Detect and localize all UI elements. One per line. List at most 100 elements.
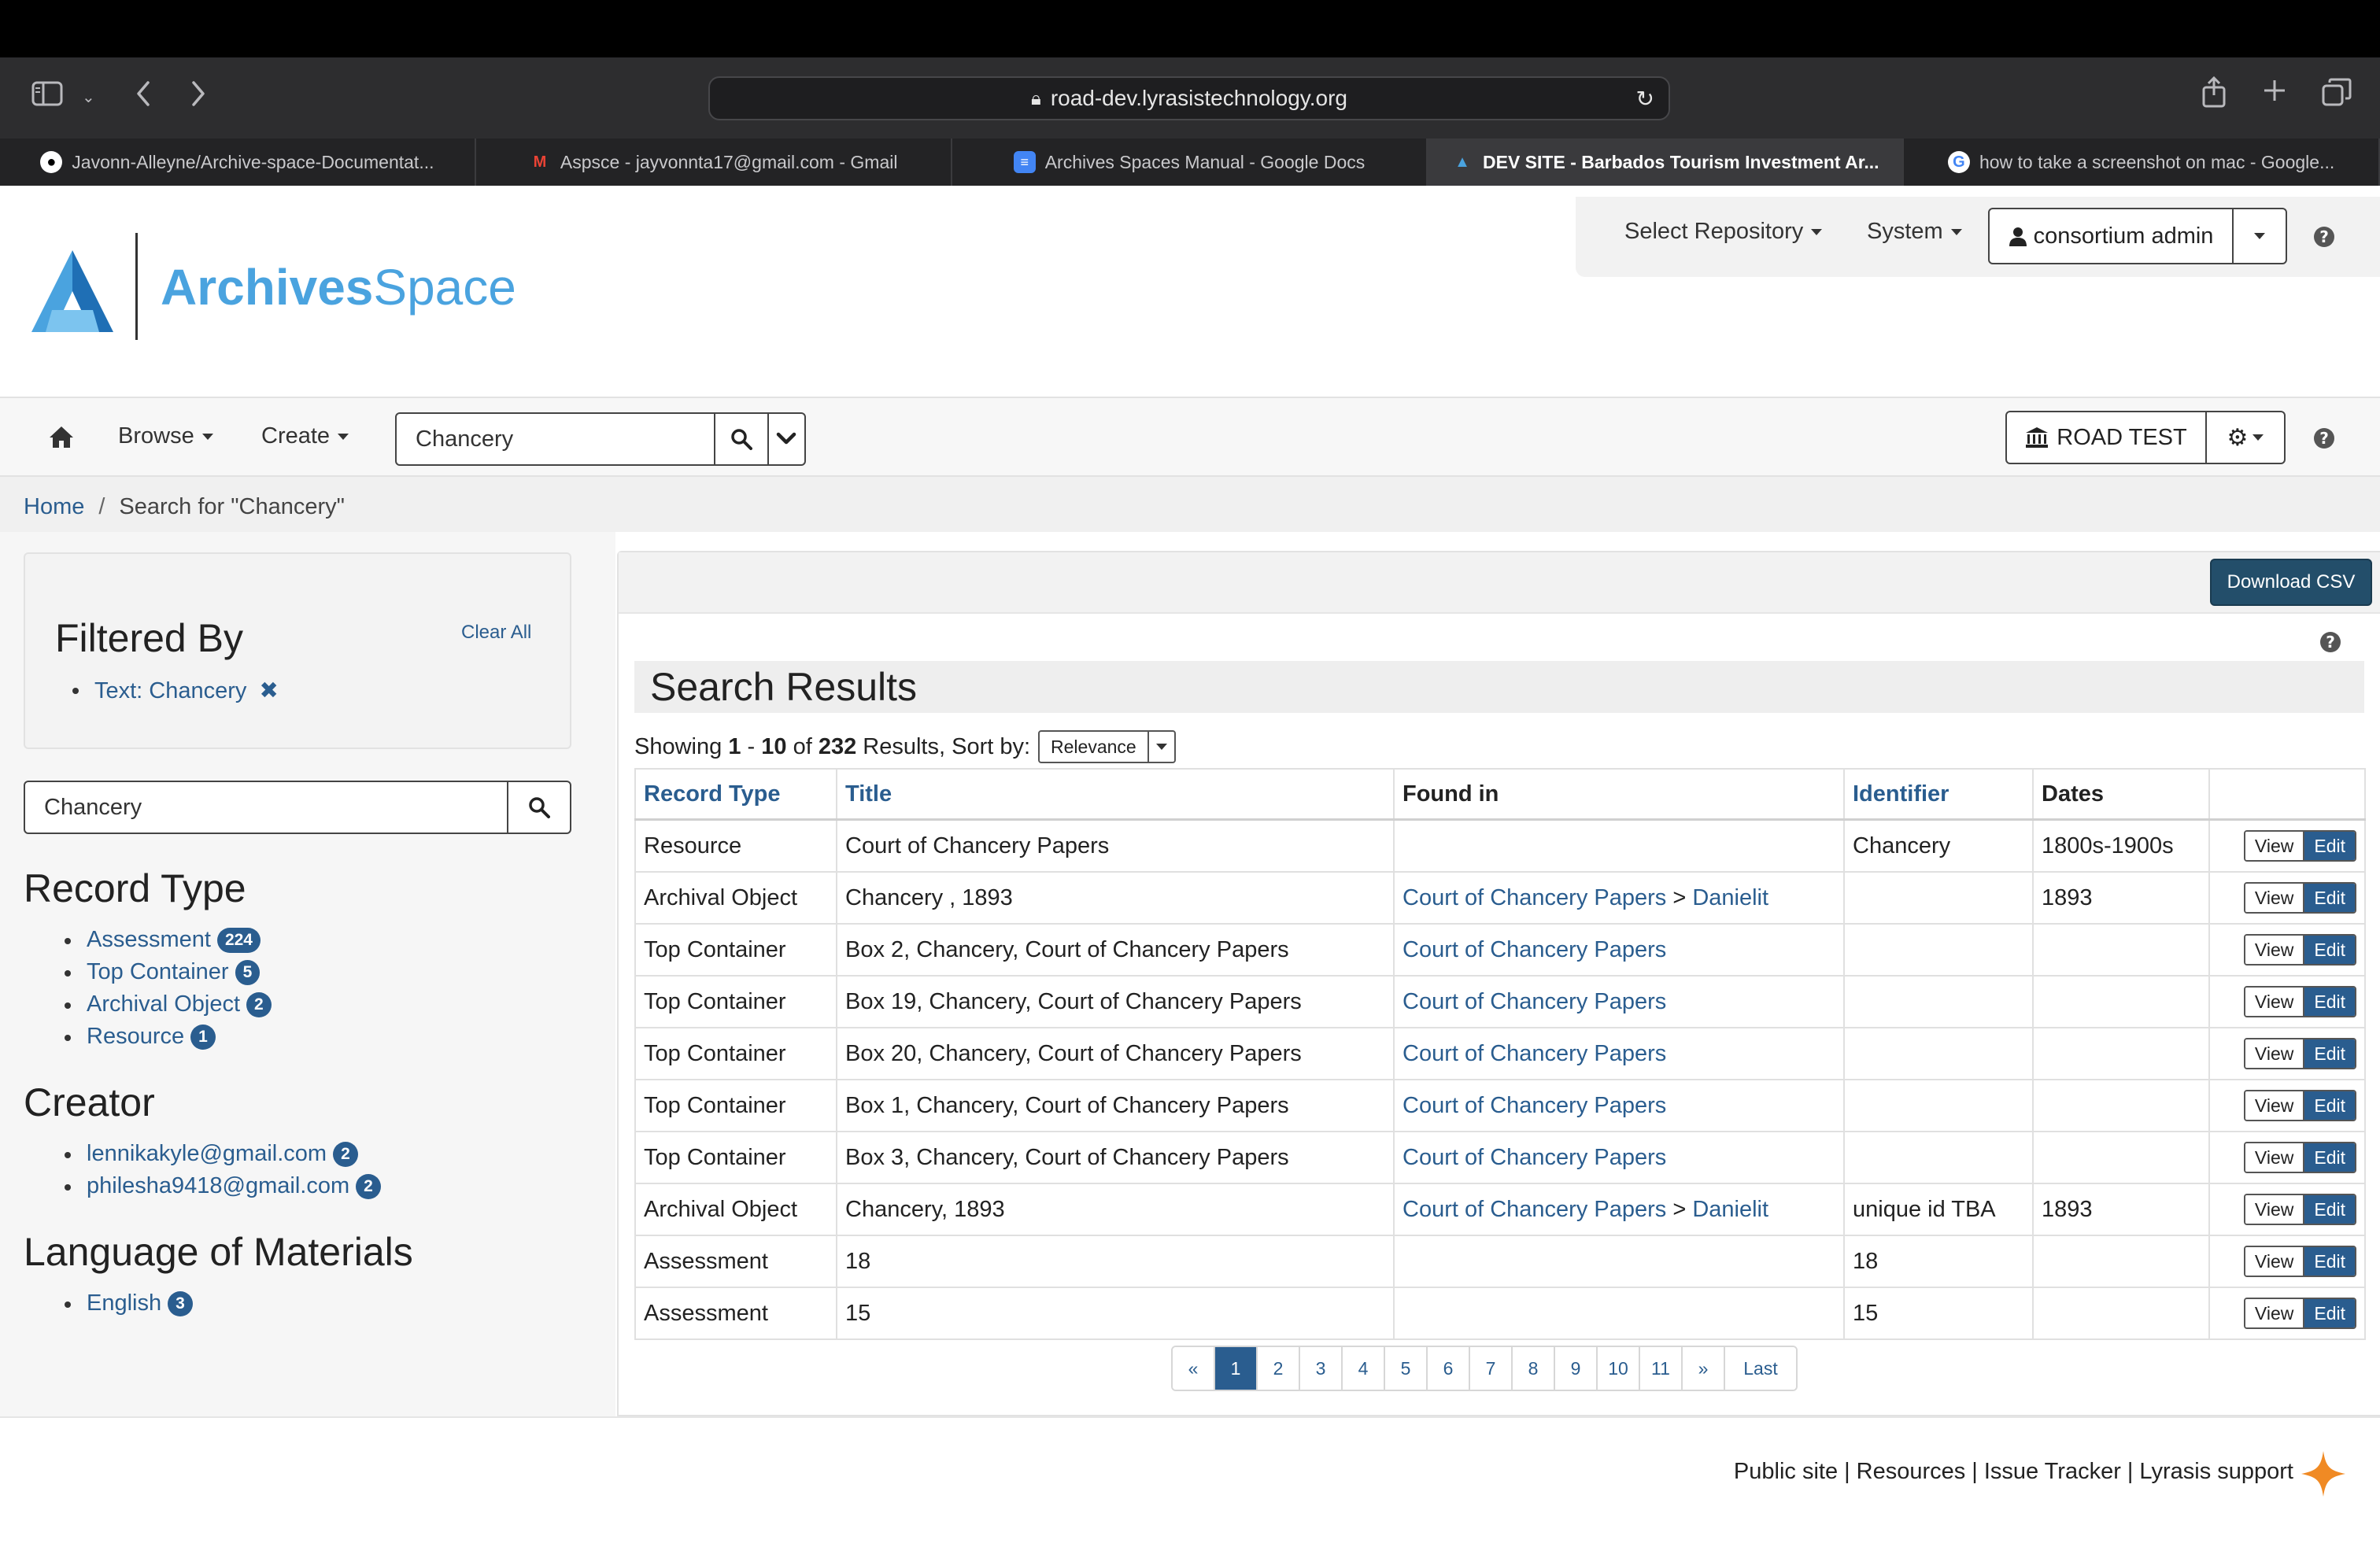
browser-tab-active[interactable]: ▲ DEV SITE - Barbados Tourism Investment… [1428,138,1905,186]
sort-select[interactable]: Relevance [1038,730,1176,763]
found-in-link[interactable]: Court of Chancery Papers [1402,1093,1666,1118]
settings-dropdown[interactable]: ⚙ [2205,411,2286,464]
pagination-link[interactable]: 3 [1300,1347,1343,1390]
pagination-link[interactable]: 9 [1555,1347,1598,1390]
facet-search-input[interactable] [25,782,507,833]
reload-icon[interactable]: ↻ [1636,86,1654,112]
browse-dropdown[interactable]: Browse [118,423,213,449]
browser-tab[interactable]: M Aspsce - jayvonnta17@gmail.com - Gmail [476,138,952,186]
help-icon[interactable]: ? [2314,428,2334,449]
back-icon[interactable] [134,79,153,113]
column-header-record-type[interactable]: Record Type [634,768,837,821]
search-icon [731,429,752,450]
user-account-button[interactable]: consortium admin [1988,208,2234,264]
pagination-link[interactable]: 7 [1470,1347,1513,1390]
pagination-link[interactable]: » [1683,1347,1725,1390]
select-repository-dropdown[interactable]: Select Repository [1624,219,1823,245]
forward-icon[interactable] [189,79,208,113]
pagination-link[interactable]: 5 [1385,1347,1428,1390]
address-bar[interactable]: 🔒︎ road-dev.lyrasistechnology.org ↻ [708,76,1670,120]
pagination-link[interactable]: 11 [1640,1347,1683,1390]
edit-button[interactable]: Edit [2304,832,2355,860]
cell-found-in [1393,818,1845,873]
facet-item[interactable]: lennikakyle@gmail.com 2 [24,1138,381,1170]
pagination-link[interactable]: 10 [1598,1347,1640,1390]
edit-button[interactable]: Edit [2304,936,2355,964]
edit-button[interactable]: Edit [2304,1143,2355,1172]
remove-filter-icon[interactable]: ✖ [259,677,278,703]
cell-identifier [1843,975,2034,1028]
view-button[interactable]: View [2245,884,2305,912]
view-button[interactable]: View [2245,1299,2305,1327]
pagination-link[interactable]: Last [1725,1347,1796,1390]
pagination-link[interactable]: 2 [1258,1347,1300,1390]
browser-tab[interactable]: G how to take a screenshot on mac - Goog… [1904,138,2380,186]
facet-item[interactable]: Archival Object 2 [24,988,272,1021]
path-separator: > [1666,1196,1693,1222]
edit-button[interactable]: Edit [2304,1299,2355,1327]
new-tab-icon[interactable] [2262,78,2287,109]
global-search-input[interactable] [397,414,714,464]
cell-actions: View Edit [2208,1235,2366,1288]
footer-link-lyrasis-support[interactable]: Lyrasis support [2139,1459,2293,1484]
facet-item[interactable]: Assessment 224 [24,924,272,956]
footer-link-resources[interactable]: Resources [1857,1459,1966,1484]
found-in-link[interactable]: Court of Chancery Papers [1402,937,1666,962]
clear-all-link[interactable]: Clear All [461,622,531,644]
sidebar-toggle-icon[interactable] [31,81,63,112]
home-icon[interactable] [49,425,74,455]
help-icon[interactable]: ? [2314,227,2334,247]
browser-tab[interactable]: ≡ Archives Spaces Manual - Google Docs [952,138,1428,186]
footer-link-issue-tracker[interactable]: Issue Tracker [1984,1459,2121,1484]
repository-button[interactable]: ROAD TEST [2005,411,2207,464]
found-in-child-link[interactable]: Danielit [1692,1197,1768,1222]
breadcrumb-home-link[interactable]: Home [24,494,84,519]
share-icon[interactable] [2201,76,2227,113]
found-in-link[interactable]: Court of Chancery Papers [1402,989,1666,1014]
column-header-identifier[interactable]: Identifier [1843,768,2034,821]
view-button[interactable]: View [2245,1247,2305,1276]
pagination-link[interactable]: 6 [1428,1347,1470,1390]
facet-search-button[interactable] [507,782,570,833]
edit-button[interactable]: Edit [2304,1195,2355,1224]
search-button[interactable] [714,414,767,464]
pagination-link[interactable]: « [1173,1347,1215,1390]
advanced-search-toggle[interactable] [767,414,804,464]
view-button[interactable]: View [2245,1091,2305,1120]
system-dropdown[interactable]: System [1867,219,1962,245]
found-in-link[interactable]: Court of Chancery Papers [1402,885,1666,910]
edit-button[interactable]: Edit [2304,884,2355,912]
help-icon[interactable]: ? [2320,632,2341,652]
facet-item[interactable]: philesha9418@gmail.com 2 [24,1170,381,1202]
facet-item[interactable]: Top Container 5 [24,956,272,988]
edit-button[interactable]: Edit [2304,1039,2355,1068]
view-button[interactable]: View [2245,988,2305,1016]
download-csv-button[interactable]: Download CSV [2210,559,2372,606]
found-in-link[interactable]: Court of Chancery Papers [1402,1145,1666,1170]
view-button[interactable]: View [2245,1143,2305,1172]
archivesspace-logo[interactable]: ArchivesSpace [28,233,516,343]
pagination-current-page[interactable]: 1 [1215,1347,1258,1390]
found-in-link[interactable]: Court of Chancery Papers [1402,1041,1666,1066]
active-filter[interactable]: Text: Chancery ✖ [72,677,279,704]
view-button[interactable]: View [2245,1195,2305,1224]
chevron-down-icon[interactable]: ⌄ [82,87,95,106]
footer-link-public-site[interactable]: Public site [1734,1459,1838,1484]
view-button[interactable]: View [2245,832,2305,860]
column-header-title[interactable]: Title [836,768,1395,821]
pagination-link[interactable]: 8 [1513,1347,1555,1390]
facet-item[interactable]: Resource 1 [24,1021,272,1053]
view-button[interactable]: View [2245,936,2305,964]
found-in-link[interactable]: Court of Chancery Papers [1402,1197,1666,1222]
edit-button[interactable]: Edit [2304,1247,2355,1276]
facet-item[interactable]: English 3 [24,1287,193,1320]
user-menu-toggle[interactable] [2232,208,2287,264]
view-button[interactable]: View [2245,1039,2305,1068]
edit-button[interactable]: Edit [2304,1091,2355,1120]
create-dropdown[interactable]: Create [261,423,349,449]
edit-button[interactable]: Edit [2304,988,2355,1016]
tab-overview-icon[interactable] [2322,78,2352,112]
pagination-link[interactable]: 4 [1343,1347,1385,1390]
found-in-child-link[interactable]: Danielit [1692,885,1768,910]
browser-tab[interactable]: ● Javonn-Alleyne/Archive-space-Documenta… [0,138,476,186]
